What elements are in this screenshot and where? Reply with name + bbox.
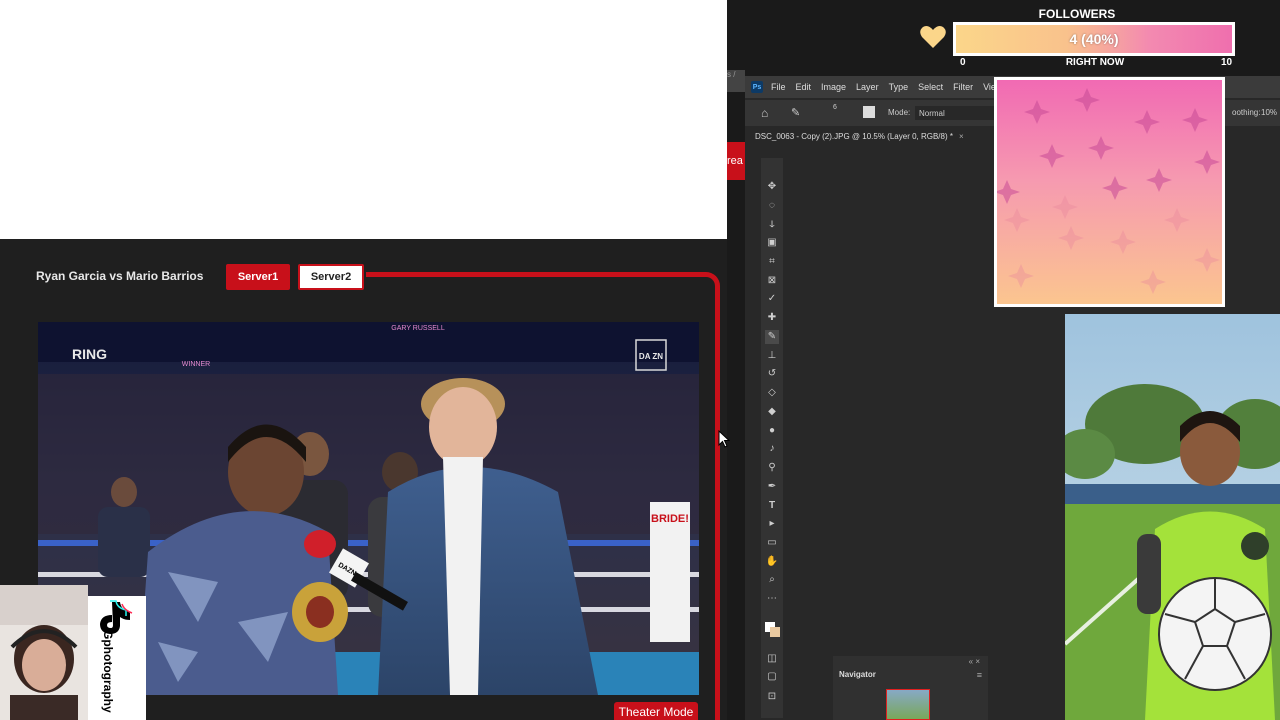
zoom-lens-icon[interactable]: ⚲ [765, 461, 779, 475]
crowd-sign-top: GARY RUSSELL [391, 325, 445, 332]
server1-button[interactable]: Server1 [226, 264, 290, 290]
eraser-tool-icon[interactable]: ◇ [765, 386, 779, 400]
type-tool-icon[interactable]: T [765, 499, 779, 513]
panel-menu-icon[interactable]: ≡ [977, 670, 982, 680]
stamp-tool-icon[interactable]: ⊥ [765, 349, 779, 363]
paint-bucket-icon[interactable]: ◆ [765, 405, 779, 419]
quick-mask-icon[interactable]: ◫ [765, 652, 779, 666]
marquee-tool-icon[interactable]: ◌ [765, 199, 779, 213]
photoshop-toolbar: ✥ ◌ ↆ ▣ ⌗ ⊠ ✓ ✚ ✎ ⊥ ↺ ◇ ◆ ● ♪ ⚲ ✒ T ▸ ▭ … [761, 158, 783, 718]
panel-collapse-icon[interactable]: « × [969, 657, 980, 666]
mode-select[interactable]: Normal [915, 106, 995, 120]
navigator-thumbnail[interactable] [886, 689, 930, 720]
heart-icon [920, 26, 946, 48]
zoom-tool-icon[interactable]: ⌕ [765, 573, 779, 587]
menu-file[interactable]: File [771, 82, 786, 92]
menu-filter[interactable]: Filter [953, 82, 973, 92]
webcam-overlay [0, 585, 88, 720]
menu-select[interactable]: Select [918, 82, 943, 92]
star-pattern-panel [994, 77, 1225, 307]
crop-tool-icon[interactable]: ⌗ [765, 255, 779, 269]
menu-layer[interactable]: Layer [856, 82, 879, 92]
brush-tool-icon[interactable]: ✎ [765, 330, 779, 344]
close-tab-icon[interactable]: × [959, 132, 964, 141]
tiktok-handle: Gphotography [101, 630, 115, 713]
webcam-image [0, 585, 88, 720]
server2-button[interactable]: Server2 [298, 264, 364, 290]
ring-logo: RING [72, 346, 107, 362]
screen-mode-icon[interactable]: ▢ [765, 670, 779, 684]
background-window-text: s / [727, 70, 736, 79]
background-red-tab: rea [727, 142, 745, 180]
followers-max-label: 10 [1221, 57, 1233, 68]
theater-mode-button[interactable]: Theater Mode [614, 702, 698, 720]
soccer-photo [1065, 314, 1280, 720]
path-select-icon[interactable]: ▸ [765, 517, 779, 531]
mouse-cursor-icon [718, 430, 730, 448]
broadcaster-logo: DA ZN [639, 352, 663, 361]
background-red-tab-text: rea [727, 155, 743, 167]
followers-title: FOLLOWERS [1038, 7, 1116, 21]
crowd-sign-winner: WINNER [182, 361, 210, 368]
star-pattern [997, 88, 1220, 294]
rectangle-tool-icon[interactable]: ▭ [765, 536, 779, 550]
banner-text: BRIDE! [651, 513, 689, 525]
followers-progress-bar: 4 (40%) [953, 22, 1235, 56]
blank-page-area [0, 0, 727, 239]
match-title: Ryan Garcia vs Mario Barrios [36, 269, 204, 283]
hand-tool-icon[interactable]: ✋ [765, 555, 779, 569]
frame-tool-icon[interactable]: ⊠ [765, 274, 779, 288]
brush-preset-icon[interactable]: ✎ [791, 106, 800, 119]
artboard-icon[interactable]: ⊡ [765, 690, 779, 704]
blur-tool-icon[interactable]: ● [765, 424, 779, 438]
brush-size[interactable]: 6 [833, 104, 837, 111]
eyedropper-tool-icon[interactable]: ✓ [765, 292, 779, 306]
menu-type[interactable]: Type [889, 82, 909, 92]
lasso-tool-icon[interactable]: ↆ [765, 218, 779, 232]
smoothing-label: oothing: [1232, 108, 1261, 117]
move-tool-icon[interactable]: ✥ [765, 180, 779, 194]
screen: Ryan Garcia vs Mario Barrios Server1 Ser… [0, 0, 1280, 720]
home-icon[interactable]: ⌂ [761, 106, 768, 120]
pen-tool-icon[interactable]: ✒ [765, 480, 779, 494]
tiktok-tag [88, 596, 146, 720]
background-window-edge: s / [727, 70, 745, 92]
mode-label: Mode: [888, 108, 911, 117]
menu-edit[interactable]: Edit [796, 82, 812, 92]
history-brush-icon[interactable]: ↺ [765, 367, 779, 381]
menu-image[interactable]: Image [821, 82, 846, 92]
navigator-label: Navigator [839, 670, 876, 679]
tiktok-icon [100, 600, 133, 634]
followers-now-label: RIGHT NOW [1065, 57, 1125, 68]
healing-tool-icon[interactable]: ✚ [765, 311, 779, 325]
smoothing-value[interactable]: 10% [1261, 108, 1277, 117]
photoshop-logo-icon: Ps [751, 81, 763, 93]
document-tab[interactable]: DSC_0063 - Copy (2).JPG @ 10.5% (Layer 0… [749, 128, 970, 144]
brush-settings-icon[interactable] [863, 106, 875, 118]
soccer-photo-image [1065, 314, 1280, 720]
document-tab-label: DSC_0063 - Copy (2).JPG @ 10.5% (Layer 0… [755, 131, 953, 141]
followers-progress-value: 4 (40%) [1069, 31, 1119, 47]
more-tools-icon[interactable]: ⋯ [765, 592, 779, 606]
color-swatches-icon[interactable] [765, 618, 780, 637]
dodge-tool-icon[interactable]: ♪ [765, 442, 779, 456]
followers-min-label: 0 [960, 57, 966, 68]
object-select-tool-icon[interactable]: ▣ [765, 236, 779, 250]
navigator-panel: « × Navigator ≡ [833, 656, 988, 720]
